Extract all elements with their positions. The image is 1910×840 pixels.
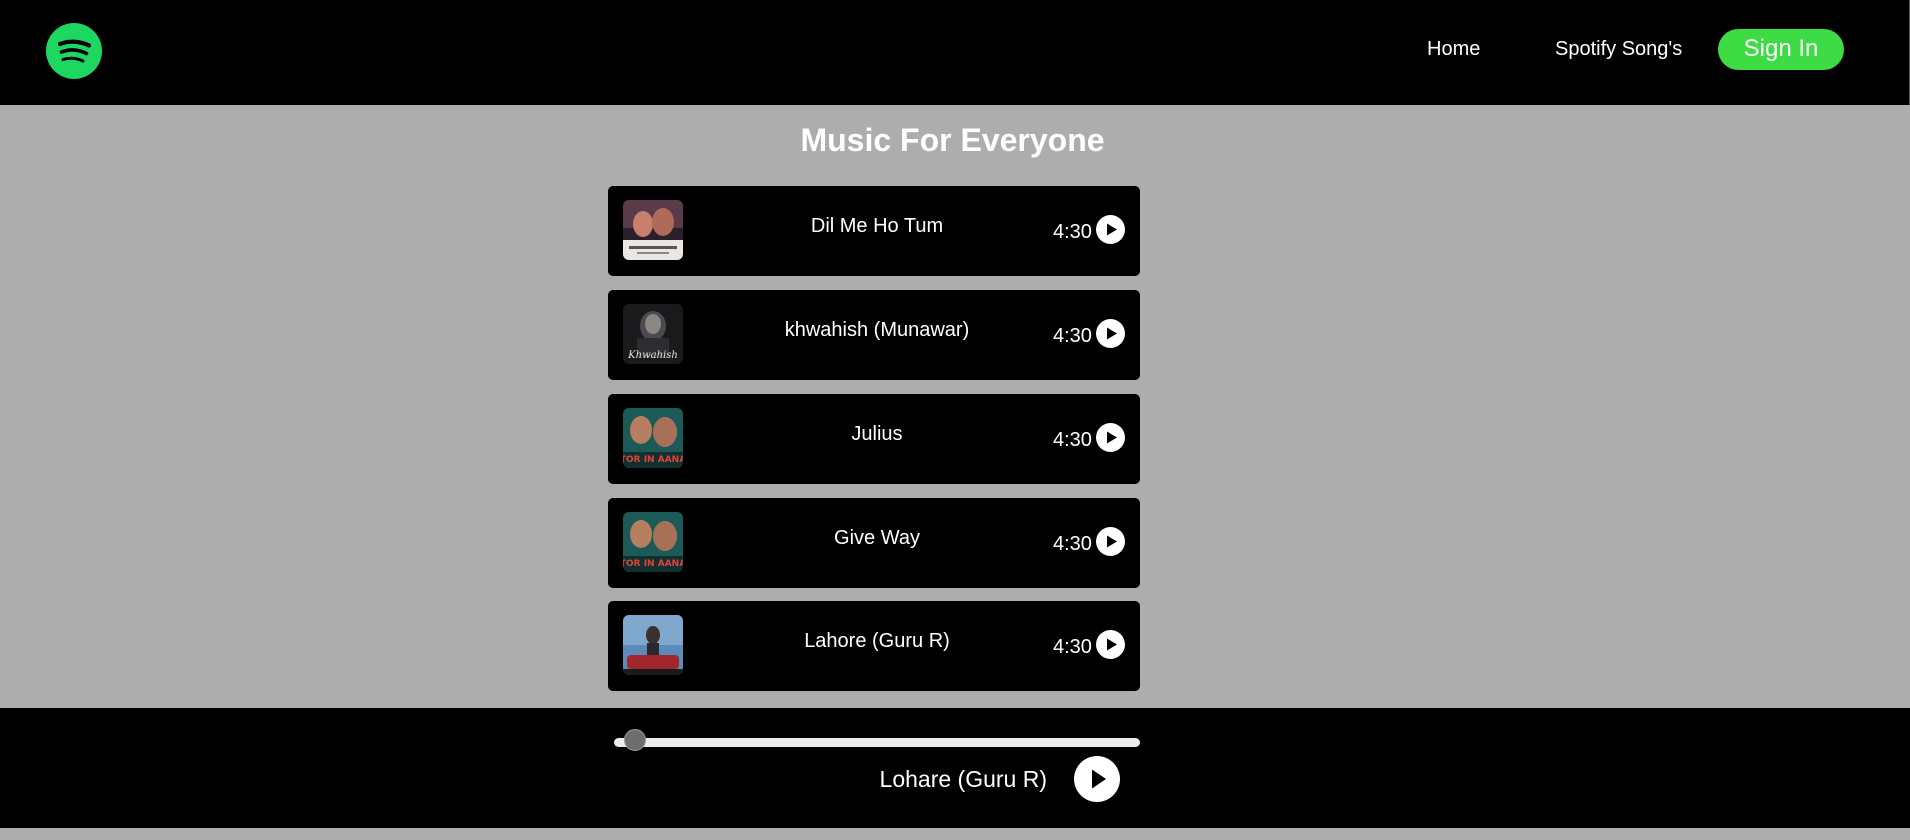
song-card[interactable]: Khwahish khwahish (Munawar) 4:30: [608, 290, 1140, 380]
play-icon[interactable]: [1096, 630, 1125, 659]
album-cover: TOR IN AANA: [623, 408, 683, 468]
spotify-logo-icon[interactable]: [46, 23, 102, 79]
svg-text:TOR IN AANA: TOR IN AANA: [623, 455, 683, 465]
song-title: Julius: [851, 423, 903, 445]
album-cover: [623, 615, 683, 675]
song-title: Dil Me Ho Tum: [810, 215, 944, 237]
play-icon[interactable]: [1096, 527, 1125, 556]
song-title: Give Way: [834, 527, 920, 549]
play-icon[interactable]: [1096, 319, 1125, 348]
album-cover: [623, 200, 683, 260]
play-icon[interactable]: [1096, 215, 1125, 244]
play-icon[interactable]: [1074, 756, 1120, 802]
page-footer-strip: [0, 828, 1910, 840]
nav-songs-link[interactable]: Spotify Song's: [1555, 37, 1682, 61]
song-card[interactable]: Lahore (Guru R) 4:30: [608, 601, 1140, 691]
album-cover: TOR IN AANA: [623, 512, 683, 572]
progress-thumb[interactable]: [624, 729, 647, 751]
nav-home-link[interactable]: Home: [1427, 37, 1480, 61]
song-duration: 4:30: [1053, 533, 1092, 555]
player-bar: Lohare (Guru R): [0, 708, 1910, 828]
song-duration: 4:30: [1053, 429, 1092, 451]
progress-bar[interactable]: [614, 738, 1140, 747]
svg-text:Khwahish: Khwahish: [627, 350, 678, 361]
song-card[interactable]: TOR IN AANA Julius 4:30: [608, 394, 1140, 484]
song-duration: 4:30: [1053, 325, 1092, 347]
play-icon[interactable]: [1096, 423, 1125, 452]
song-duration: 4:30: [1053, 636, 1092, 658]
song-title: khwahish (Munawar): [784, 319, 970, 341]
song-duration: 4:30: [1053, 221, 1092, 243]
now-playing-title: Lohare (Guru R): [879, 766, 1047, 792]
sign-in-button[interactable]: Sign In: [1718, 29, 1844, 70]
album-cover: Khwahish: [623, 304, 683, 364]
top-navbar: Home Spotify Song's Sign In: [0, 0, 1910, 105]
song-card[interactable]: TOR IN AANA Give Way 4:30: [608, 498, 1140, 588]
song-title: Lahore (Guru R): [804, 630, 950, 652]
svg-text:TOR IN AANA: TOR IN AANA: [623, 559, 683, 569]
song-card[interactable]: Dil Me Ho Tum 4:30: [608, 186, 1140, 276]
page-title: Music For Everyone: [800, 122, 1105, 158]
